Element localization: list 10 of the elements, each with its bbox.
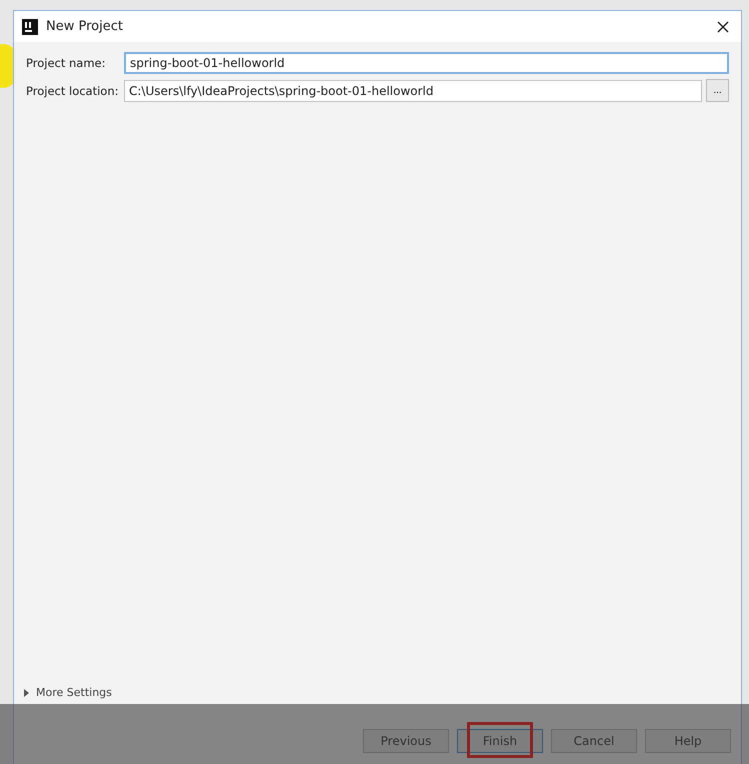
text-field[interactable]: spring-boot-01-helloworld	[124, 52, 729, 74]
app-icon	[22, 18, 38, 34]
text-field[interactable]: C:\Users\lfy\IdeaProjects\spring-boot-01-helloworld	[124, 80, 702, 102]
field-label: Project location:	[26, 84, 120, 98]
close-icon[interactable]	[717, 20, 729, 32]
browse-button[interactable]: ...	[706, 79, 729, 102]
field-label: Project name:	[26, 56, 106, 70]
more-settings-toggle[interactable]: More Settings	[36, 686, 112, 699]
expand-icon[interactable]	[24, 688, 30, 696]
window-title: New Project	[46, 19, 123, 34]
